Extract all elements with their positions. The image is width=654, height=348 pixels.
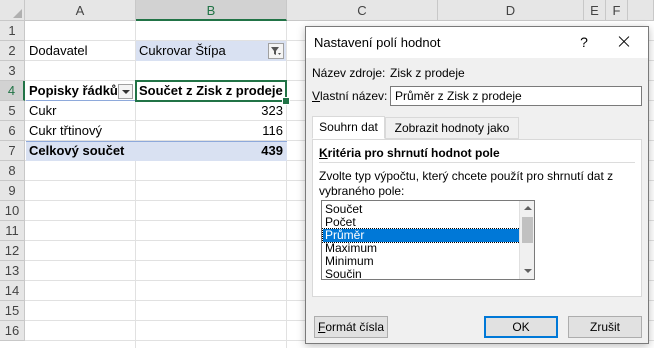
number-format-button[interactable]: Formát čísla (314, 316, 388, 338)
pivot-grand-total-label[interactable]: Celkový součet (26, 141, 135, 161)
column-header-c[interactable]: C (287, 0, 438, 21)
source-name-value: Zisk z prodeje (390, 66, 465, 80)
row-header-7[interactable]: 7 (0, 141, 25, 161)
row-labels-dropdown-button[interactable] (118, 84, 133, 99)
list-item[interactable]: Součin (323, 268, 520, 280)
scroll-up-icon[interactable] (520, 201, 534, 216)
pivot-row-label[interactable]: Cukr třtinový (26, 121, 135, 141)
column-header-b[interactable]: B (136, 0, 287, 21)
select-all-corner[interactable] (0, 0, 25, 21)
section-title-accesskey: K (319, 146, 328, 160)
section-title-text: ritéria pro shrnutí hodnot pole (327, 146, 500, 160)
row-header-8[interactable]: 8 (0, 161, 25, 181)
row-header-11[interactable]: 11 (0, 221, 25, 241)
pivot-row-value[interactable]: 323 (136, 101, 286, 121)
number-format-label: ormát čísla (325, 320, 385, 334)
column-header-g[interactable] (628, 0, 654, 21)
ok-button[interactable]: OK (484, 316, 558, 338)
pivot-row-value[interactable]: 116 (136, 121, 286, 141)
tab-panel: Kritéria pro shrnutí hodnot pole Zvolte … (312, 139, 642, 297)
custom-name-accesskey: V (312, 89, 321, 103)
source-name-label: Název zdroje: (312, 66, 386, 80)
section-divider (319, 162, 635, 163)
dialog-titlebar[interactable]: Nastavení polí hodnot ? (306, 27, 648, 58)
list-scrollbar[interactable] (519, 201, 534, 279)
row-header-13[interactable]: 13 (0, 261, 25, 281)
gridline (286, 21, 287, 348)
pivot-row-labels-header: Popisky řádků (29, 83, 118, 98)
close-icon[interactable] (612, 31, 636, 53)
row-header-9[interactable]: 9 (0, 181, 25, 201)
row-header-5[interactable]: 5 (0, 101, 25, 121)
column-header-e[interactable]: E (584, 0, 606, 21)
row-header-2[interactable]: 2 (0, 41, 25, 61)
row-header-6[interactable]: 6 (0, 121, 25, 141)
row-header-3[interactable]: 3 (0, 61, 25, 81)
pivot-filter-cell[interactable]: Cukrovar Štípa (136, 41, 286, 61)
custom-name-input[interactable]: Průměr z Zisk z prodeje (390, 86, 642, 106)
active-cell-selection (135, 80, 290, 105)
custom-name-label-text: lastní název: (320, 89, 388, 103)
summary-description: Zvolte typ výpočtu, který chcete použít … (319, 169, 614, 198)
column-header-d[interactable]: D (438, 0, 584, 21)
column-header-f[interactable]: F (606, 0, 628, 21)
row-header-1[interactable]: 1 (0, 21, 25, 41)
row-header-10[interactable]: 10 (0, 201, 25, 221)
row-header-16[interactable]: 16 (0, 321, 25, 341)
cancel-button[interactable]: Zrušit (568, 316, 642, 338)
filter-icon (271, 47, 281, 55)
summary-function-list[interactable]: Součet Počet Průměr Maximum Minimum Souč… (321, 200, 535, 280)
value-field-settings-dialog: Nastavení polí hodnot ? Název zdroje: Zi… (305, 26, 649, 344)
custom-name-label: Vlastní název: (312, 89, 387, 103)
section-title: Kritéria pro shrnutí hodnot pole (319, 146, 500, 160)
help-button[interactable]: ? (574, 32, 594, 52)
row-header-15[interactable]: 15 (0, 301, 25, 321)
pivot-filter-field[interactable]: Dodavatel (26, 41, 135, 61)
column-header-a[interactable]: A (25, 0, 136, 21)
pivot-grand-total-value[interactable]: 439 (136, 141, 286, 161)
scroll-down-icon[interactable] (520, 264, 534, 279)
row-header-12[interactable]: 12 (0, 241, 25, 261)
row-header-14[interactable]: 14 (0, 281, 25, 301)
tab-summarize-values[interactable]: Souhrn dat (312, 116, 385, 139)
filter-dropdown-button[interactable] (268, 43, 284, 59)
gridline (135, 21, 136, 348)
row-header-4[interactable]: 4 (0, 81, 25, 101)
pivot-filter-value: Cukrovar Štípa (139, 43, 226, 58)
pivot-row-label[interactable]: Cukr (26, 101, 135, 121)
scroll-thumb[interactable] (522, 217, 533, 243)
tab-show-values-as[interactable]: Zobrazit hodnoty jako (385, 117, 519, 139)
dialog-title: Nastavení polí hodnot (314, 35, 441, 50)
